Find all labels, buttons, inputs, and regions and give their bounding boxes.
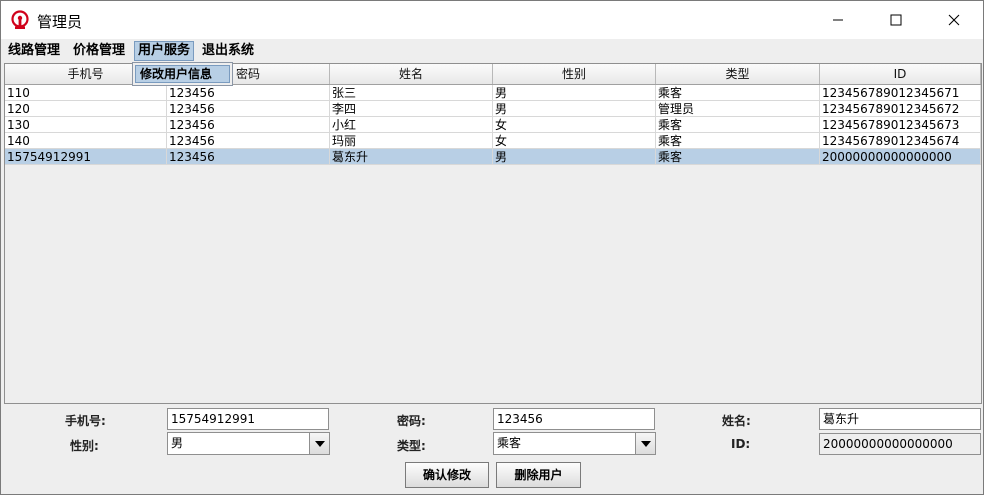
- window-title: 管理员: [37, 13, 83, 31]
- maximize-button[interactable]: [867, 1, 925, 39]
- menu-bar: 线路管理 价格管理 用户服务 退出系统: [1, 39, 983, 62]
- cell-gender: 男: [493, 149, 656, 165]
- id-label: ID:: [731, 437, 751, 451]
- cell-name: 张三: [330, 85, 493, 101]
- table-row-selected[interactable]: 15754912991 123456 葛东升 男 乘客 200000000000…: [5, 149, 981, 165]
- cell-type: 管理员: [656, 101, 820, 117]
- confirm-edit-button[interactable]: 确认修改: [405, 462, 489, 488]
- phone-label: 手机号:: [65, 414, 106, 428]
- cell-gender: 男: [493, 85, 656, 101]
- cell-type: 乘客: [656, 117, 820, 133]
- password-field[interactable]: 123456: [493, 408, 655, 430]
- close-button[interactable]: [925, 1, 983, 39]
- table-row[interactable]: 140 123456 玛丽 女 乘客 123456789012345674: [5, 133, 981, 149]
- type-select-value: 乘客: [497, 436, 522, 450]
- cell-id: 20000000000000000: [820, 149, 981, 165]
- cell-gender: 女: [493, 117, 656, 133]
- delete-user-button[interactable]: 删除用户: [496, 462, 581, 488]
- title-bar: 管理员: [1, 1, 983, 39]
- user-service-dropdown: 修改用户信息: [132, 62, 233, 86]
- maximize-icon: [890, 14, 902, 26]
- cell-password: 123456: [167, 133, 330, 149]
- name-label: 姓名:: [722, 414, 751, 428]
- column-header-gender[interactable]: 性别: [493, 64, 656, 84]
- cell-type: 乘客: [656, 133, 820, 149]
- cell-password: 123456: [167, 101, 330, 117]
- gender-select[interactable]: 男: [167, 432, 330, 455]
- cell-phone: 110: [5, 85, 167, 101]
- menu-exit-system[interactable]: 退出系统: [199, 41, 257, 61]
- table-row[interactable]: 110 123456 张三 男 乘客 123456789012345671: [5, 85, 981, 101]
- cell-password: 123456: [167, 85, 330, 101]
- cell-gender: 女: [493, 133, 656, 149]
- close-icon: [948, 14, 960, 26]
- cell-password: 123456: [167, 117, 330, 133]
- table-row[interactable]: 120 123456 李四 男 管理员 123456789012345672: [5, 101, 981, 117]
- chevron-down-icon[interactable]: [309, 433, 329, 454]
- chevron-down-icon[interactable]: [635, 433, 655, 454]
- table-row[interactable]: 130 123456 小红 女 乘客 123456789012345673: [5, 117, 981, 133]
- gender-select-value: 男: [171, 436, 184, 450]
- cell-id: 123456789012345672: [820, 101, 981, 117]
- phone-field[interactable]: 15754912991: [167, 408, 329, 430]
- cell-id: 123456789012345674: [820, 133, 981, 149]
- menu-item-edit-user-info[interactable]: 修改用户信息: [135, 65, 230, 83]
- minimize-icon: [833, 19, 843, 21]
- main-window: 管理员 线路管理 价格管理 用户服务 退出系统 手机号 密码 姓名 性别 类型 …: [0, 0, 984, 495]
- train-logo-icon: [11, 10, 29, 29]
- cell-name: 小红: [330, 117, 493, 133]
- cell-phone: 15754912991: [5, 149, 167, 165]
- cell-id: 123456789012345673: [820, 117, 981, 133]
- password-label: 密码:: [397, 414, 426, 428]
- column-header-id[interactable]: ID: [820, 64, 981, 84]
- gender-label: 性别:: [70, 439, 99, 453]
- cell-phone: 120: [5, 101, 167, 117]
- menu-user-service[interactable]: 用户服务: [134, 41, 195, 61]
- cell-id: 123456789012345671: [820, 85, 981, 101]
- minimize-button[interactable]: [809, 1, 867, 39]
- cell-type: 乘客: [656, 149, 820, 165]
- type-select[interactable]: 乘客: [493, 432, 656, 455]
- menu-route-management[interactable]: 线路管理: [5, 41, 63, 61]
- cell-gender: 男: [493, 101, 656, 117]
- cell-name: 李四: [330, 101, 493, 117]
- cell-type: 乘客: [656, 85, 820, 101]
- cell-phone: 140: [5, 133, 167, 149]
- table-body: 110 123456 张三 男 乘客 123456789012345671 12…: [5, 85, 981, 165]
- cell-password: 123456: [167, 149, 330, 165]
- type-label: 类型:: [397, 439, 426, 453]
- menu-price-management[interactable]: 价格管理: [70, 41, 128, 61]
- user-table: 手机号 密码 姓名 性别 类型 ID 110 123456 张三 男 乘客 12…: [4, 63, 982, 404]
- cell-name: 葛东升: [330, 149, 493, 165]
- column-header-type[interactable]: 类型: [656, 64, 820, 84]
- name-field[interactable]: 葛东升: [819, 408, 981, 430]
- id-field: 20000000000000000: [819, 433, 981, 455]
- cell-name: 玛丽: [330, 133, 493, 149]
- cell-phone: 130: [5, 117, 167, 133]
- column-header-name[interactable]: 姓名: [330, 64, 493, 84]
